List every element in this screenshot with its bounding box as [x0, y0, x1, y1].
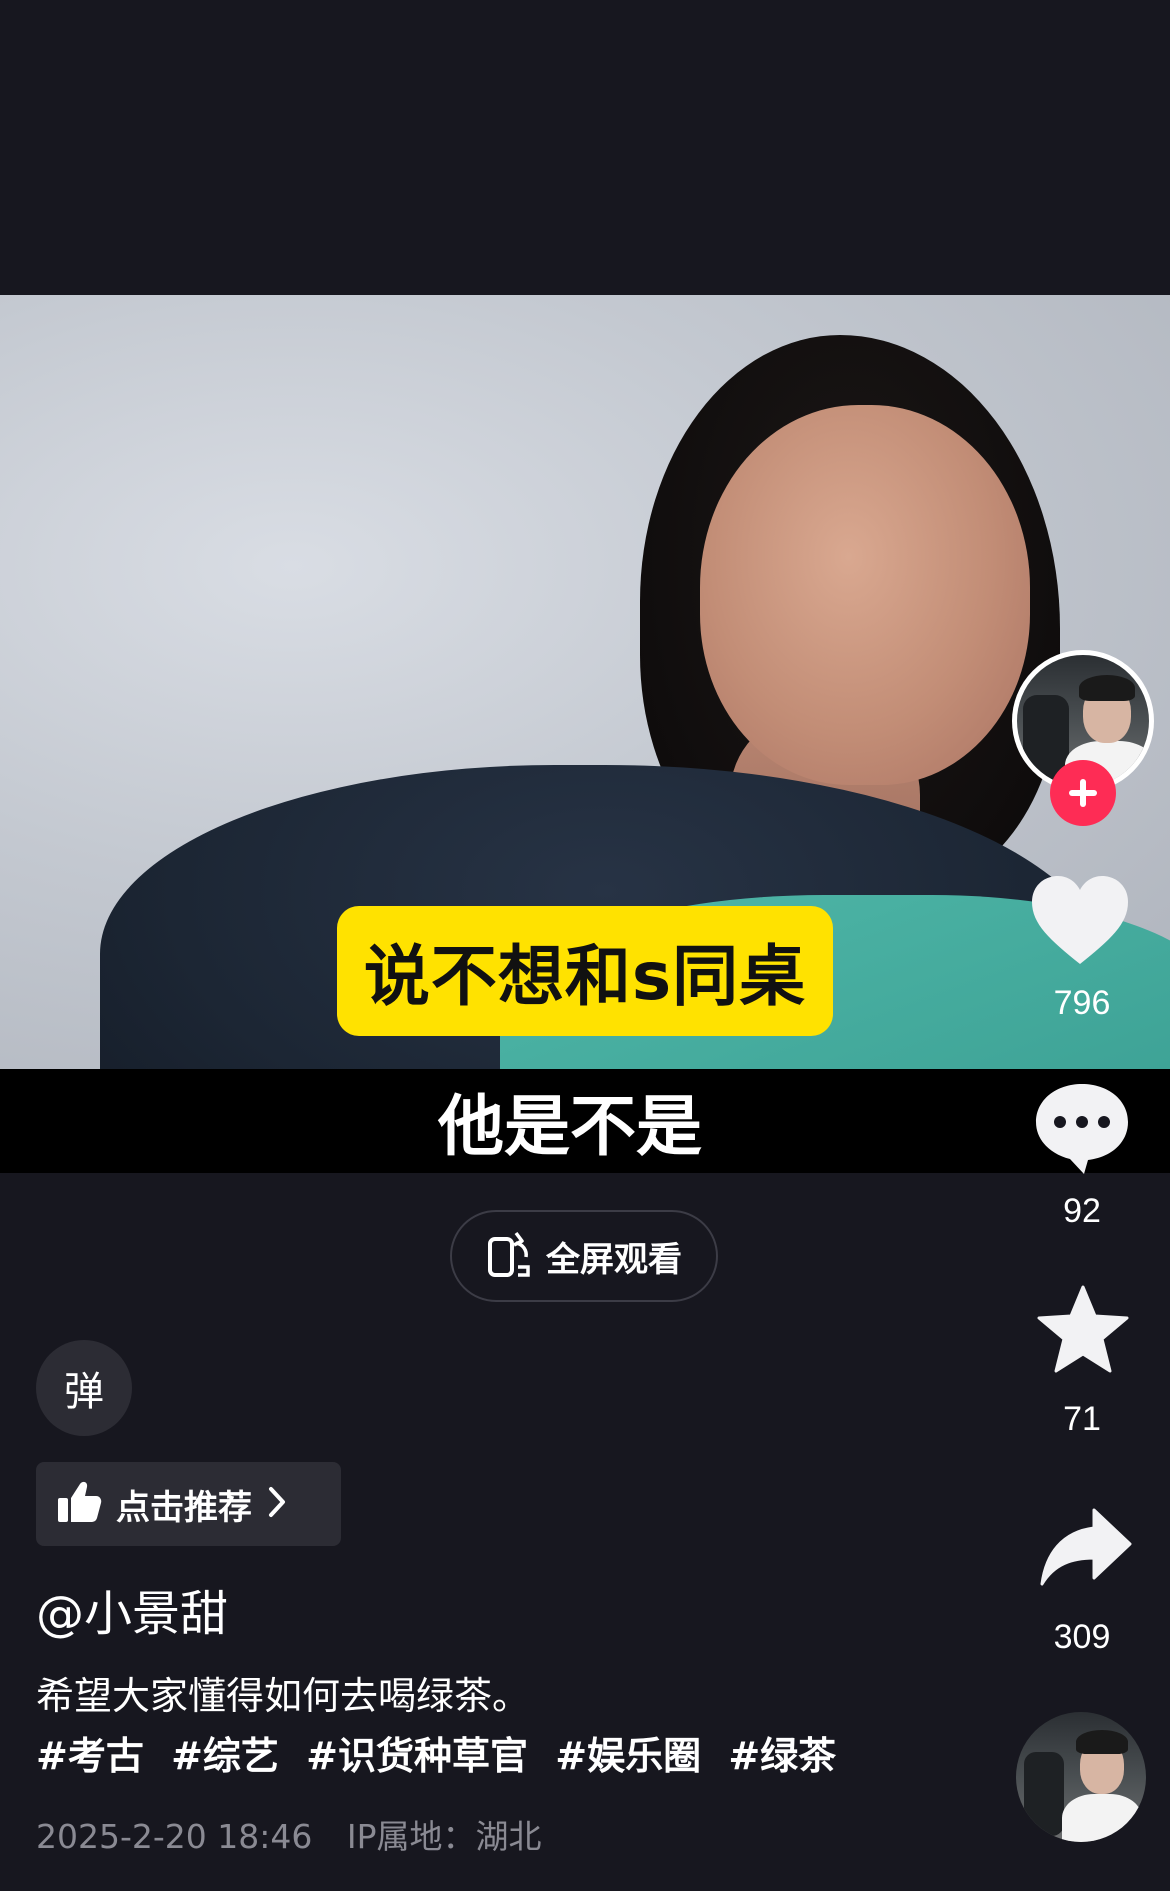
- fullscreen-button[interactable]: 全屏观看: [450, 1210, 718, 1302]
- danmaku-label: 弹: [64, 1369, 104, 1415]
- like-button[interactable]: [1030, 874, 1130, 971]
- comment-count: 92: [1063, 1192, 1101, 1230]
- share-button[interactable]: [1038, 1508, 1132, 1593]
- favorite-button[interactable]: [1036, 1285, 1130, 1380]
- video-person-face: [700, 405, 1030, 785]
- hashtag[interactable]: #娱乐圈: [555, 1734, 701, 1778]
- video-subtitle-bar: 他是不是: [0, 1069, 1170, 1173]
- recommend-button[interactable]: 点击推荐: [36, 1462, 341, 1546]
- comment-button[interactable]: [1032, 1080, 1132, 1183]
- like-count: 796: [1053, 984, 1111, 1022]
- hashtag-list: #考古 #综艺 #识货种草官 #娱乐圈 #绿茶: [36, 1725, 850, 1780]
- follow-button[interactable]: [1050, 760, 1116, 826]
- comment-icon: [1036, 1084, 1128, 1174]
- author-name[interactable]: @小景甜: [36, 1574, 228, 1644]
- thumbs-up-icon: [56, 1480, 102, 1529]
- plus-icon: [1069, 779, 1097, 807]
- recommend-label: 点击推荐: [116, 1487, 252, 1528]
- share-count: 309: [1053, 1618, 1111, 1656]
- post-datetime: 2025-2-20 18:46: [36, 1817, 313, 1856]
- hashtag[interactable]: #绿茶: [728, 1734, 836, 1778]
- star-icon: [1037, 1285, 1129, 1373]
- hashtag[interactable]: #考古: [36, 1734, 144, 1778]
- chevron-right-icon: [266, 1485, 288, 1524]
- music-disc-avatar[interactable]: [1016, 1712, 1146, 1842]
- favorite-count: 71: [1063, 1400, 1101, 1438]
- hashtag[interactable]: #识货种草官: [306, 1734, 528, 1778]
- ip-location: IP属地：湖北: [346, 1817, 542, 1856]
- hashtag[interactable]: #综艺: [171, 1734, 279, 1778]
- video-subtitle: 他是不是: [438, 1088, 702, 1165]
- share-arrow-icon: [1040, 1508, 1132, 1586]
- video-caption-sticker: 说不想和s同桌: [337, 906, 833, 1036]
- rotate-screen-icon: [486, 1229, 532, 1284]
- fullscreen-label: 全屏观看: [546, 1239, 682, 1280]
- heart-icon: [1032, 876, 1128, 964]
- post-meta: 2025-2-20 18:46 IP属地：湖北: [36, 1810, 566, 1858]
- danmaku-button[interactable]: 弹: [36, 1340, 132, 1436]
- post-description: 希望大家懂得如何去喝绿茶。: [36, 1674, 531, 1718]
